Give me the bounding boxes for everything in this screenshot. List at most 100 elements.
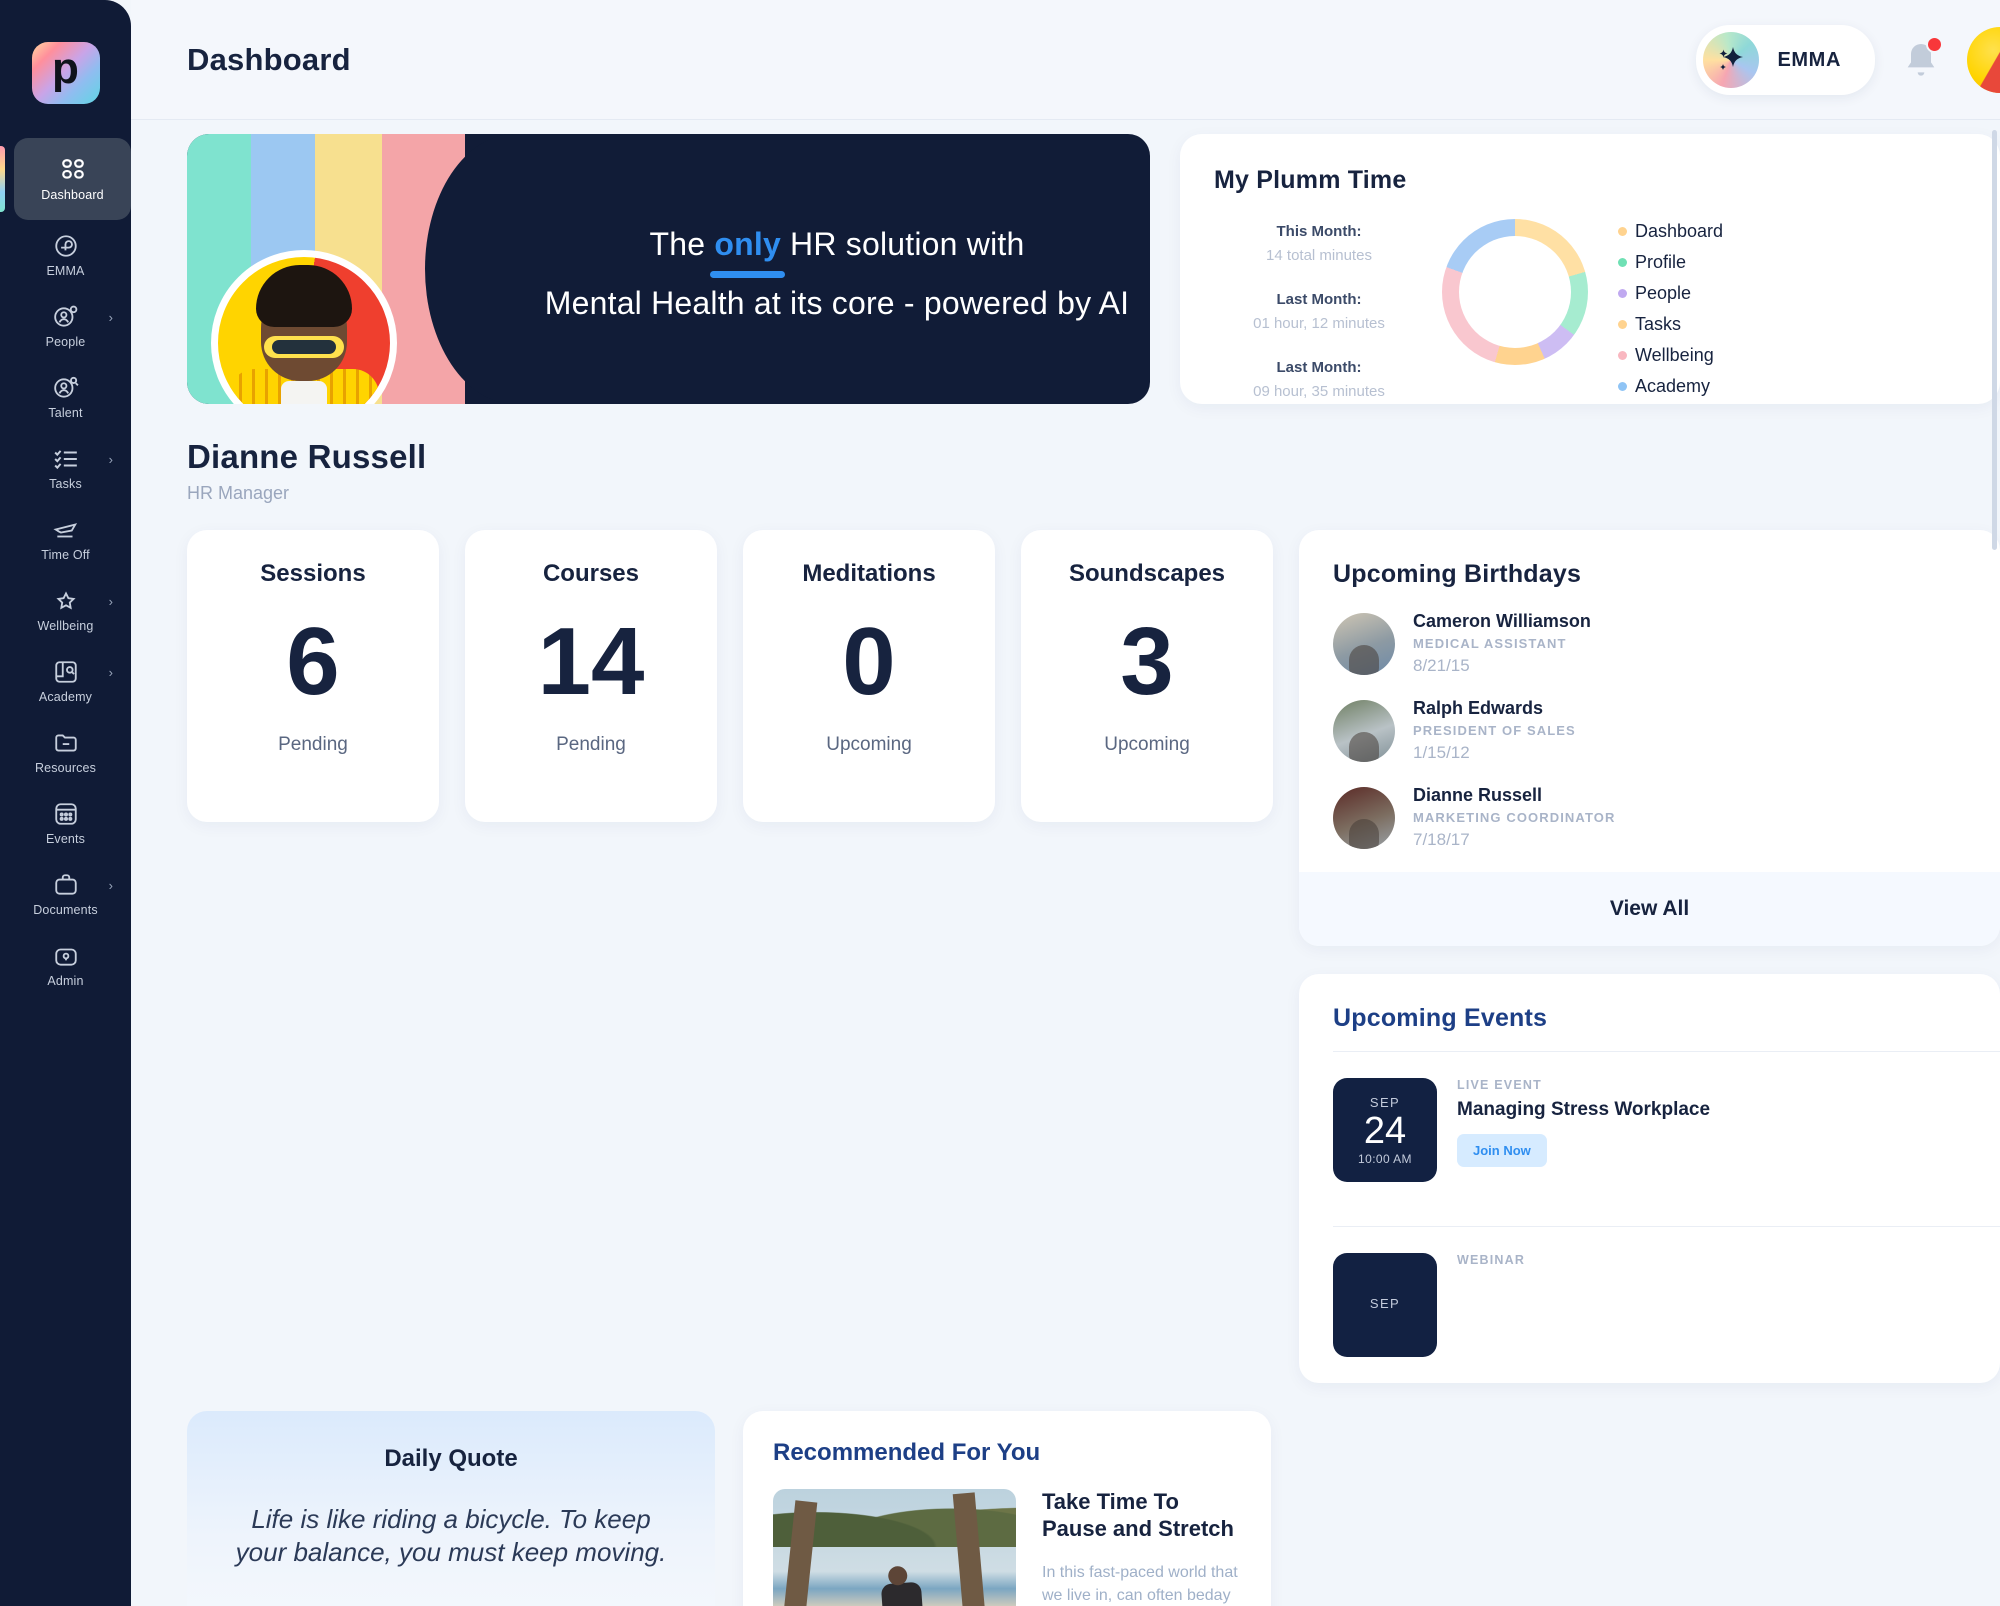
hero-line1-emphasis: only xyxy=(714,226,781,262)
plumm-time-title: My Plumm Time xyxy=(1214,166,1407,194)
plumm-stat-value: 01 hour, 12 minutes xyxy=(1253,315,1385,332)
lock-icon xyxy=(54,948,77,966)
event-day: 24 xyxy=(1363,1109,1407,1152)
user-avatar[interactable] xyxy=(1967,27,2000,93)
view-all-button[interactable]: View All xyxy=(1299,872,2000,946)
event-date-badge: SEP 24 10:00 AM xyxy=(1333,1078,1437,1182)
daily-quote-title: Daily Quote xyxy=(384,1445,518,1472)
sidebar-item-label: Resources xyxy=(34,761,97,775)
stat-card-sessions[interactable]: Sessions 6 Pending xyxy=(187,530,439,822)
daily-quote-card: Daily Quote Life is like riding a bicycl… xyxy=(187,1411,715,1606)
sidebar-item-talent[interactable]: Talent xyxy=(0,362,131,433)
stat-sublabel: Upcoming xyxy=(1104,734,1190,755)
app-logo[interactable]: p xyxy=(0,0,131,138)
event-time: 10:00 AM xyxy=(1358,1151,1412,1166)
upcoming-birthdays-card: Upcoming Birthdays Cameron Williamson ME… xyxy=(1299,530,2000,946)
event-date-badge: SEP xyxy=(1333,1253,1437,1357)
legend-label: Academy xyxy=(1635,376,1711,396)
legend-item: Tasks xyxy=(1618,314,1723,335)
sidebar-item-documents[interactable]: › Documents xyxy=(0,859,131,930)
stat-title: Courses xyxy=(542,560,640,587)
stat-card-meditations[interactable]: Meditations 0 Upcoming xyxy=(743,530,995,822)
person-name: Dianne Russell xyxy=(1413,785,1543,805)
checklist-icon xyxy=(53,450,77,470)
sidebar-item-wellbeing[interactable]: › Wellbeing xyxy=(0,575,131,646)
sidebar-item-resources[interactable]: Resources xyxy=(0,717,131,788)
recommended-body: In this fast-paced world that we live in… xyxy=(1042,1563,1238,1604)
sidebar-nav: Dashboard EMMA › People Talent › Tasks T… xyxy=(0,138,131,1001)
sidebar-item-people[interactable]: › People xyxy=(0,291,131,362)
sidebar-item-label: Tasks xyxy=(49,477,82,491)
person-date: 7/18/17 xyxy=(1413,830,1470,849)
calendar-icon xyxy=(54,803,77,825)
plumm-time-card: My Plumm Time This Month: 14 total minut… xyxy=(1180,134,2000,404)
chevron-right-icon: › xyxy=(108,594,113,609)
hero-line2: Mental Health at its core - powered by A… xyxy=(544,285,1130,321)
logo-letter: p xyxy=(52,44,79,94)
plumm-time-donut-chart xyxy=(1442,219,1588,365)
legend-label: Tasks xyxy=(1635,314,1682,334)
sidebar-item-academy[interactable]: › Academy xyxy=(0,646,131,717)
stat-card-courses[interactable]: Courses 14 Pending xyxy=(465,530,717,822)
stat-title: Soundscapes xyxy=(1068,560,1226,587)
stat-sublabel: Pending xyxy=(556,734,626,755)
right-column: Upcoming Birthdays Cameron Williamson ME… xyxy=(1299,530,2000,1383)
legend-label: Dashboard xyxy=(1635,221,1724,241)
list-item[interactable]: Cameron Williamson MEDICAL ASSISTANT 8/2… xyxy=(1333,611,2000,676)
sidebar-item-label: Wellbeing xyxy=(37,619,94,633)
stat-value: 3 xyxy=(1120,608,1174,715)
emma-icon xyxy=(54,235,77,257)
event-name: Managing Stress Workplace xyxy=(1457,1099,1711,1120)
list-item[interactable]: Dianne Russell MARKETING COORDINATOR 7/1… xyxy=(1333,785,2000,850)
sidebar-item-label: Dashboard xyxy=(41,187,104,202)
sidebar-item-label: Talent xyxy=(48,406,83,420)
join-now-button[interactable]: Join Now xyxy=(1457,1133,1547,1167)
sidebar-item-admin[interactable]: Admin xyxy=(0,930,131,1001)
sidebar-item-label: Academy xyxy=(38,690,93,704)
sidebar-item-label: EMMA xyxy=(46,264,85,278)
book-icon xyxy=(54,661,77,683)
sidebar-item-emma[interactable]: EMMA xyxy=(0,220,131,291)
sidebar-item-events[interactable]: Events xyxy=(0,788,131,859)
chevron-right-icon: › xyxy=(108,878,113,893)
person-name: Cameron Williamson xyxy=(1413,611,1591,631)
hero-text: The only HR solution with Mental Health … xyxy=(537,226,1137,322)
upcoming-events-card: Upcoming Events SEP 24 10:00 AM LIVE EVE… xyxy=(1299,974,2000,1383)
plumm-stat-value: 14 total minutes xyxy=(1266,247,1372,264)
event-month: SEP xyxy=(1369,1094,1401,1110)
legend-item: Wellbeing xyxy=(1618,345,1723,366)
event-type: WEBINAR xyxy=(1457,1253,1526,1267)
chevron-right-icon: › xyxy=(108,665,113,680)
briefcase-icon xyxy=(54,874,77,895)
plumm-stat-value: 09 hour, 35 minutes xyxy=(1253,383,1385,400)
vertical-scrollbar[interactable] xyxy=(1992,130,1997,550)
upcoming-events-title: Upcoming Events xyxy=(1333,1004,1548,1032)
legend-item: Profile xyxy=(1618,252,1723,273)
event-type: LIVE EVENT xyxy=(1457,1078,1542,1092)
emma-button[interactable]: EMMA xyxy=(1696,25,1875,95)
birthday-list: Cameron Williamson MEDICAL ASSISTANT 8/2… xyxy=(1333,611,2000,850)
sidebar: p Dashboard EMMA › People Talent › Tasks… xyxy=(0,0,131,1606)
event-row[interactable]: SEP WEBINAR xyxy=(1333,1226,2000,1383)
notifications-button[interactable] xyxy=(1901,36,1943,83)
stat-value: 14 xyxy=(537,608,645,715)
list-item[interactable]: Ralph Edwards PRESIDENT OF SALES 1/15/12 xyxy=(1333,698,2000,763)
sparkle-icon xyxy=(1719,47,1744,70)
sidebar-item-time-off[interactable]: Time Off xyxy=(0,504,131,575)
legend-label: Wellbeing xyxy=(1635,345,1714,365)
chevron-right-icon: › xyxy=(108,452,113,467)
people-icon xyxy=(53,305,77,327)
top-bar-actions: EMMA xyxy=(1696,0,2000,120)
event-month: SEP xyxy=(1369,1295,1401,1311)
sidebar-item-tasks[interactable]: › Tasks xyxy=(0,433,131,504)
stat-card-soundscapes[interactable]: Soundscapes 3 Upcoming xyxy=(1021,530,1273,822)
legend-item: Academy xyxy=(1618,376,1723,397)
stat-title: Sessions xyxy=(260,560,366,587)
plumm-time-stats: This Month: 14 total minutes Last Month:… xyxy=(1214,223,1424,400)
notification-badge xyxy=(1926,36,1943,53)
recommended-heading: Take Time To Pause and Stretch xyxy=(1042,1489,1234,1541)
recommended-card: Recommended For You Take Time To Pause a… xyxy=(743,1411,1271,1606)
event-row[interactable]: SEP 24 10:00 AM LIVE EVENT Managing Stre… xyxy=(1333,1051,2000,1208)
sidebar-item-dashboard[interactable]: Dashboard xyxy=(0,138,131,220)
legend-label: Profile xyxy=(1635,252,1687,272)
